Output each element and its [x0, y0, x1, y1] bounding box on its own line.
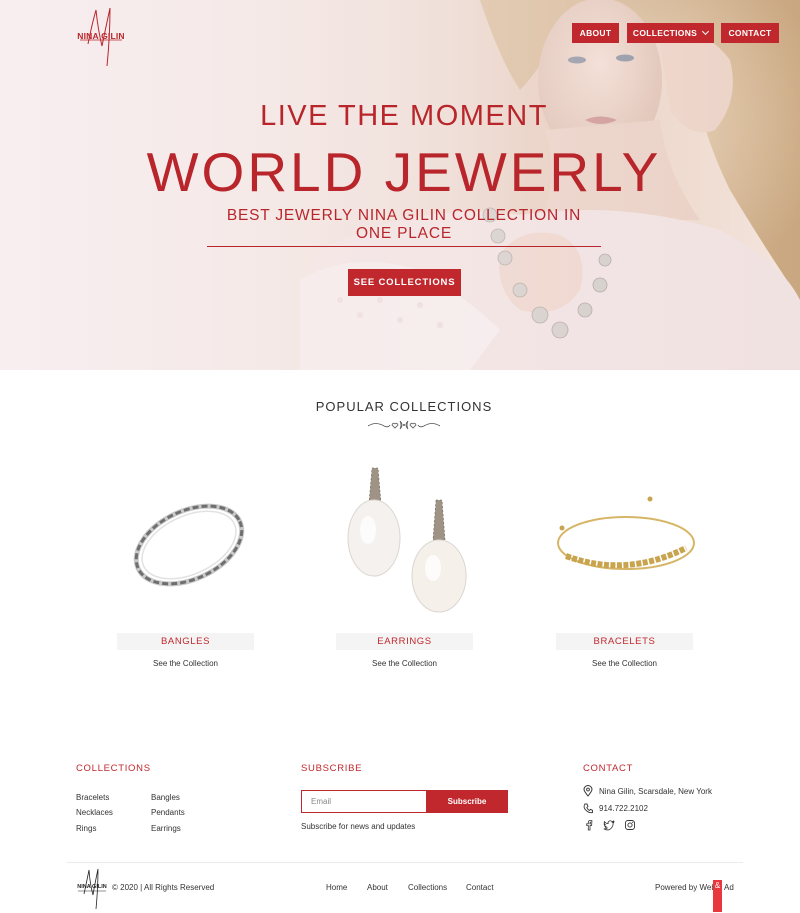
copyright-text: © 2020 | All Rights Reserved: [112, 883, 215, 892]
footer-link-bracelets[interactable]: Bracelets: [76, 793, 109, 802]
footer-nav-collections[interactable]: Collections: [408, 883, 447, 892]
card-label-earrings[interactable]: EARRINGS: [336, 633, 473, 650]
instagram-icon[interactable]: [624, 819, 636, 831]
nav-about[interactable]: ABOUT: [572, 23, 619, 43]
bracelet-image[interactable]: [556, 458, 696, 620]
location-pin-icon: [583, 785, 593, 797]
nav-collections-label: COLLECTIONS: [632, 28, 698, 38]
bangle-image[interactable]: [117, 458, 257, 620]
nav-contact[interactable]: CONTACT: [721, 23, 779, 43]
footer-link-rings[interactable]: Rings: [76, 824, 96, 833]
chevron-down-icon: [702, 27, 710, 36]
contact-address: Nina Gilin, Scarsdale, New York: [599, 786, 712, 796]
phone-icon: [583, 803, 593, 813]
footer-nav-about[interactable]: About: [367, 883, 388, 892]
webad-ad-text[interactable]: Ad: [724, 883, 734, 892]
ornament-divider-icon: [367, 420, 441, 430]
footer-divider: [66, 862, 743, 863]
earrings-image[interactable]: [336, 458, 476, 620]
email-field[interactable]: [301, 790, 426, 813]
subscribe-note: Subscribe for news and updates: [301, 822, 416, 831]
footer-logo[interactable]: NINA GILIN: [75, 868, 109, 910]
brand-logo[interactable]: NINA GILIN: [74, 6, 128, 68]
popular-collections-title: POPULAR COLLECTIONS: [315, 399, 493, 414]
footer-link-necklaces[interactable]: Necklaces: [76, 808, 113, 817]
webad-ampersand: &: [714, 881, 721, 890]
hero-title: WORLD JEWERLY: [146, 141, 662, 203]
contact-address-row: Nina Gilin, Scarsdale, New York: [583, 785, 712, 797]
footer-link-earrings[interactable]: Earrings: [151, 824, 181, 833]
powered-by-text: Powered by Web: [655, 883, 716, 892]
nav-collections[interactable]: COLLECTIONS: [627, 23, 714, 43]
footer-subscribe-heading: SUBSCRIBE: [301, 763, 363, 774]
see-collection-link-bracelets[interactable]: See the Collection: [556, 659, 693, 668]
footer-logo-text: NINA GILIN: [77, 884, 107, 890]
twitter-icon[interactable]: [603, 819, 615, 831]
contact-phone[interactable]: 914.722.2102: [599, 804, 648, 813]
footer-contact-heading: CONTACT: [583, 763, 634, 774]
card-label-bracelets[interactable]: BRACELETS: [556, 633, 693, 650]
footer-collections-heading: COLLECTIONS: [76, 763, 151, 774]
see-collection-link-bangles[interactable]: See the Collection: [117, 659, 254, 668]
subscribe-button[interactable]: Subscribe: [426, 790, 508, 813]
footer-link-pendants[interactable]: Pendants: [151, 808, 185, 817]
brand-logo-text: NINA GILIN: [77, 31, 125, 41]
hero-banner: NINA GILIN ABOUT COLLECTIONS CONTACT LIV…: [0, 0, 800, 370]
footer-nav-contact[interactable]: Contact: [466, 883, 494, 892]
hero-tagline: BEST JEWERLY NINA GILIN COLLECTION IN ON…: [207, 207, 601, 247]
facebook-icon[interactable]: [583, 819, 595, 831]
contact-phone-row[interactable]: 914.722.2102: [583, 802, 648, 814]
see-collection-link-earrings[interactable]: See the Collection: [336, 659, 473, 668]
footer-nav-home[interactable]: Home: [326, 883, 347, 892]
footer-link-bangles[interactable]: Bangles: [151, 793, 180, 802]
hero-subtitle: LIVE THE MOMENT: [260, 100, 548, 132]
see-collections-button[interactable]: SEE COLLECTIONS: [348, 269, 461, 296]
card-label-bangles[interactable]: BANGLES: [117, 633, 254, 650]
